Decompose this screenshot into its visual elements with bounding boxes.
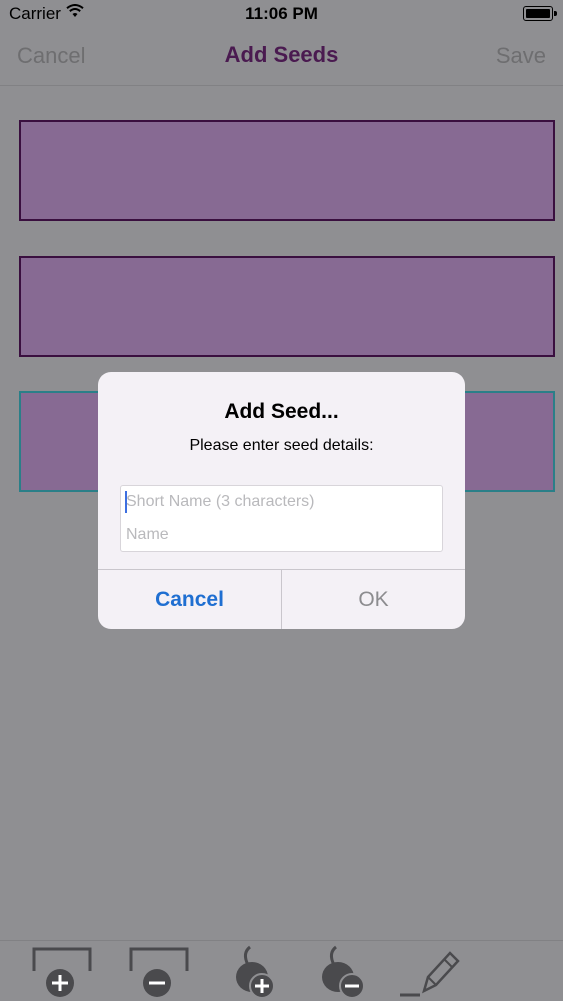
add-seed-alert: Add Seed... Please enter seed details: C… xyxy=(98,372,465,629)
seed-slot[interactable] xyxy=(19,256,555,357)
clock: 11:06 PM xyxy=(245,4,318,23)
remove-slot-button[interactable] xyxy=(127,943,191,1001)
text-cursor xyxy=(125,491,127,513)
alert-title: Add Seed... xyxy=(224,400,339,423)
bottom-toolbar xyxy=(0,940,563,1000)
save-button[interactable]: Save xyxy=(496,43,546,69)
name-input[interactable] xyxy=(120,518,443,552)
add-seed-button[interactable] xyxy=(228,943,292,1001)
add-slot-icon xyxy=(32,947,92,997)
remove-slot-icon xyxy=(129,947,189,997)
remove-seed-button[interactable] xyxy=(314,943,378,1001)
status-bar: Carrier 11:06 PM xyxy=(0,0,563,30)
battery-icon xyxy=(523,6,557,21)
add-seed-icon xyxy=(236,945,275,999)
navigation-bar: Cancel Add Seeds Save xyxy=(0,30,563,86)
alert-message: Please enter seed details: xyxy=(189,437,374,454)
seed-slot[interactable] xyxy=(19,120,555,221)
alert-ok-button[interactable]: OK xyxy=(282,570,465,629)
short-name-input[interactable] xyxy=(120,485,443,519)
alert-button-row: Cancel OK xyxy=(98,569,465,629)
remove-seed-icon xyxy=(322,945,365,999)
page-title: Add Seeds xyxy=(224,42,339,67)
alert-cancel-button[interactable]: Cancel xyxy=(98,570,281,629)
edit-button[interactable] xyxy=(398,943,462,1001)
add-slot-button[interactable] xyxy=(30,943,94,1001)
edit-pencil-icon xyxy=(400,951,460,997)
